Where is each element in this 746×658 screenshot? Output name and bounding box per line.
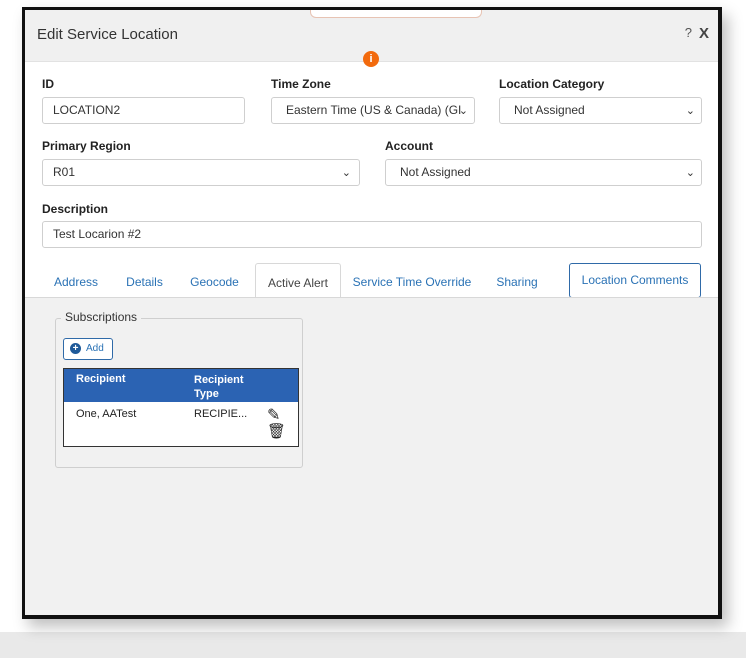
column-header-recipient-type[interactable]: Recipient Type (194, 373, 254, 401)
tab-geocode[interactable]: Geocode (183, 263, 246, 301)
backdrop (0, 632, 746, 658)
account-select[interactable]: Not Assigned ⌄ (385, 159, 702, 186)
id-value: LOCATION2 (53, 103, 121, 117)
chevron-down-icon: ⌄ (685, 105, 695, 117)
info-icon[interactable]: i (363, 51, 379, 67)
primary-region-value: R01 (53, 165, 76, 179)
id-label: ID (42, 77, 54, 91)
location-category-value: Not Assigned (514, 103, 585, 117)
close-icon[interactable]: X (699, 25, 709, 42)
timezone-value: Eastern Time (US & Canada) (GI (286, 103, 462, 117)
subscriptions-grid: Recipient Recipient Type One, AATest REC… (63, 368, 299, 447)
timezone-select[interactable]: Eastern Time (US & Canada) (GI ⌄ (271, 97, 475, 124)
tab-service-time-override[interactable]: Service Time Override (347, 263, 477, 301)
account-label: Account (385, 139, 433, 153)
recipient-cell: One, AATest (76, 408, 137, 420)
add-button-label: Add (86, 343, 104, 354)
subscriptions-legend: Subscriptions (61, 310, 142, 324)
location-category-select[interactable]: Not Assigned ⌄ (499, 97, 702, 124)
chevron-down-icon: ⌄ (685, 167, 695, 179)
grid-header: Recipient Recipient Type (64, 369, 298, 402)
location-category-label: Location Category (499, 77, 605, 91)
trash-icon[interactable]: 🗑 (267, 422, 286, 440)
account-value: Not Assigned (400, 165, 471, 179)
tab-sharing[interactable]: Sharing (485, 263, 549, 301)
chevron-down-icon: ⌄ (341, 167, 351, 179)
help-icon[interactable]: ? (685, 25, 692, 40)
add-subscription-button[interactable]: + Add (63, 338, 113, 360)
recipient-type-cell: RECIPIE... (194, 408, 248, 420)
tab-details[interactable]: Details (117, 263, 172, 301)
timezone-label: Time Zone (271, 77, 331, 91)
description-input[interactable]: Test Locarion #2 (42, 221, 702, 248)
description-label: Description (42, 202, 109, 216)
chevron-down-icon: ⌄ (458, 105, 468, 117)
column-header-recipient[interactable]: Recipient (76, 373, 126, 385)
tab-address[interactable]: Address (45, 263, 107, 301)
plus-circle-icon: + (70, 343, 81, 354)
table-row[interactable]: One, AATest RECIPIE... ✎ 🗑 (64, 403, 298, 447)
tab-active-alert[interactable]: Active Alert (255, 263, 341, 301)
description-value: Test Locarion #2 (53, 227, 142, 241)
primary-region-select[interactable]: R01 ⌄ (42, 159, 360, 186)
tab-location-comments[interactable]: Location Comments (569, 263, 701, 298)
dialog-title: Edit Service Location (37, 26, 178, 43)
primary-region-label: Primary Region (42, 139, 131, 153)
id-input[interactable]: LOCATION2 (42, 97, 245, 124)
top-tab-stub (310, 10, 482, 18)
edit-service-location-dialog: Edit Service Location ? X i ID LOCATION2… (22, 7, 722, 619)
tab-bar: Address Details Geocode Active Alert Ser… (25, 263, 718, 301)
